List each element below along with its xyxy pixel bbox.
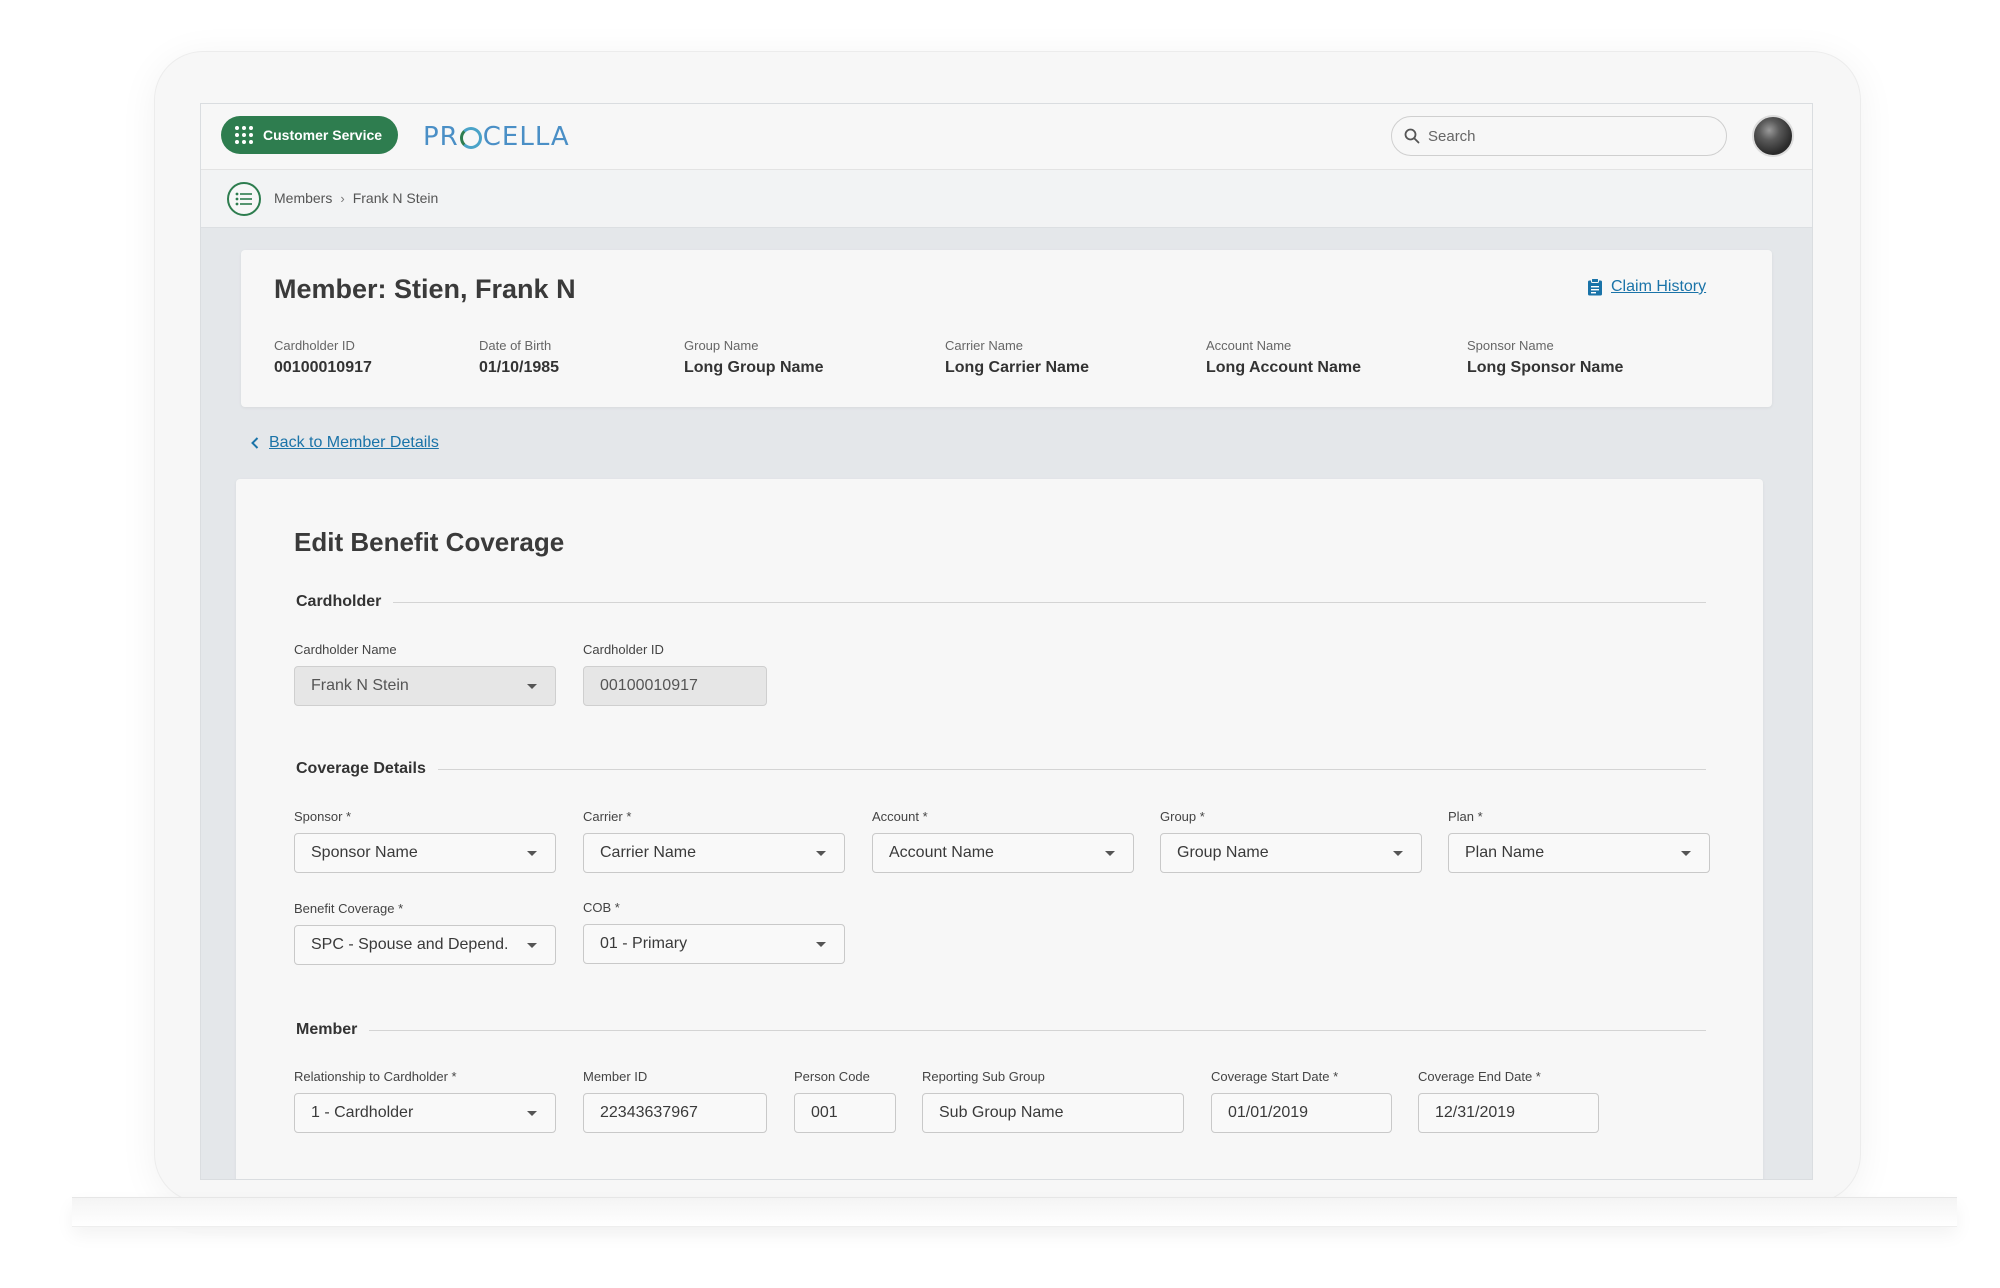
caret-down-icon (816, 851, 826, 856)
menu-toggle-button[interactable] (227, 182, 261, 216)
caret-down-icon (1681, 851, 1691, 856)
info-sponsor-name: Sponsor Name Long Sponsor Name (1467, 338, 1624, 376)
carrier-select[interactable]: Carrier Name (583, 833, 845, 873)
sponsor-select[interactable]: Sponsor Name (294, 833, 556, 873)
apps-grid-icon (235, 126, 253, 144)
section-member-header: Member (296, 1021, 1706, 1039)
claim-history-label: Claim History (1611, 278, 1707, 295)
cob-field: COB * 01 - Primary (583, 900, 845, 964)
section-cardholder-header: Cardholder (296, 593, 1706, 611)
caret-down-icon (527, 684, 537, 689)
cardholder-id-field: Cardholder ID 00100010917 (583, 642, 767, 706)
app-screen: Customer Service PRCELLA Members › Frank… (201, 104, 1812, 1179)
section-divider (393, 601, 1706, 603)
breadcrumb: Members › Frank N Stein (274, 190, 438, 206)
info-date-of-birth: Date of Birth 01/10/1985 (479, 338, 560, 376)
caret-down-icon (1393, 851, 1403, 856)
member-id-field: Member ID 22343637967 (583, 1069, 767, 1133)
person-code-input[interactable]: 001 (794, 1093, 896, 1133)
caret-down-icon (527, 1111, 537, 1116)
app-switcher-label: Customer Service (263, 127, 383, 143)
top-bar: Customer Service PR CELLA (201, 104, 1812, 170)
cardholder-name-select[interactable]: Frank N Stein (294, 666, 556, 706)
benefit-coverage-select[interactable]: SPC - Spouse and Depend. (294, 925, 556, 965)
group-select[interactable]: Group Name (1160, 833, 1422, 873)
search-input[interactable] (1428, 127, 1708, 145)
chevron-left-icon (251, 437, 259, 449)
breadcrumb-bar: Members › Frank N Stein (201, 170, 1812, 228)
search-icon (1404, 128, 1420, 144)
section-divider (369, 1029, 1706, 1031)
caret-down-icon (816, 942, 826, 947)
reporting-sub-group-input[interactable]: Sub Group Name (922, 1093, 1184, 1133)
section-divider (437, 768, 1706, 770)
edit-benefit-coverage-card: Edit Benefit Coverage Cardholder Cardhol… (236, 479, 1763, 1179)
back-to-member-details-link[interactable]: Back to Member Details (251, 434, 439, 452)
logo-ring-icon (459, 127, 482, 149)
caret-down-icon (527, 851, 537, 856)
back-link-label: Back to Member Details (269, 434, 439, 451)
clipboard-icon (1588, 278, 1602, 296)
procella-logo: PR CELLA (423, 122, 570, 152)
coverage-end-date-field: Coverage End Date * 12/31/2019 (1418, 1069, 1599, 1133)
account-field: Account * Account Name (872, 809, 1134, 873)
caret-down-icon (1105, 851, 1115, 856)
breadcrumb-separator: › (340, 190, 345, 206)
sponsor-field: Sponsor * Sponsor Name (294, 809, 556, 873)
claim-history-link[interactable]: Claim History (1587, 278, 1706, 296)
info-cardholder-id: Cardholder ID 00100010917 (274, 338, 372, 376)
app-switcher-button[interactable]: Customer Service (221, 116, 399, 154)
list-menu-icon (235, 192, 252, 206)
relationship-select[interactable]: 1 - Cardholder (294, 1093, 556, 1133)
user-avatar[interactable] (1752, 115, 1794, 157)
coverage-start-date-input[interactable]: 01/01/2019 (1211, 1093, 1392, 1133)
info-account-name: Account Name Long Account Name (1206, 338, 1361, 376)
benefit-coverage-field: Benefit Coverage * SPC - Spouse and Depe… (294, 901, 556, 965)
member-title: Member: Stien, Frank N (274, 274, 576, 304)
caret-down-icon (527, 943, 537, 948)
laptop-base (72, 1197, 1957, 1227)
member-id-input[interactable]: 22343637967 (583, 1093, 767, 1133)
section-coverage-header: Coverage Details (296, 760, 1706, 778)
group-field: Group * Group Name (1160, 809, 1422, 873)
cardholder-id-input[interactable]: 00100010917 (583, 666, 767, 706)
person-code-field: Person Code 001 (794, 1069, 896, 1133)
coverage-start-date-field: Coverage Start Date * 01/01/2019 (1211, 1069, 1392, 1133)
account-select[interactable]: Account Name (872, 833, 1134, 873)
reporting-sub-group-field: Reporting Sub Group Sub Group Name (922, 1069, 1184, 1133)
info-carrier-name: Carrier Name Long Carrier Name (945, 338, 1090, 376)
form-title: Edit Benefit Coverage (294, 527, 565, 557)
info-group-name: Group Name Long Group Name (684, 338, 824, 376)
plan-field: Plan * Plan Name (1448, 809, 1710, 873)
cob-select[interactable]: 01 - Primary (583, 924, 845, 964)
plan-select[interactable]: Plan Name (1448, 833, 1710, 873)
relationship-field: Relationship to Cardholder * 1 - Cardhol… (294, 1069, 556, 1133)
coverage-end-date-input[interactable]: 12/31/2019 (1418, 1093, 1599, 1133)
cardholder-name-field: Cardholder Name Frank N Stein (294, 642, 556, 706)
member-summary-card: Member: Stien, Frank N Claim History Car… (241, 250, 1772, 407)
breadcrumb-members[interactable]: Members (274, 190, 332, 206)
breadcrumb-current: Frank N Stein (352, 190, 439, 206)
search-box[interactable] (1391, 116, 1727, 156)
carrier-field: Carrier * Carrier Name (583, 809, 845, 873)
